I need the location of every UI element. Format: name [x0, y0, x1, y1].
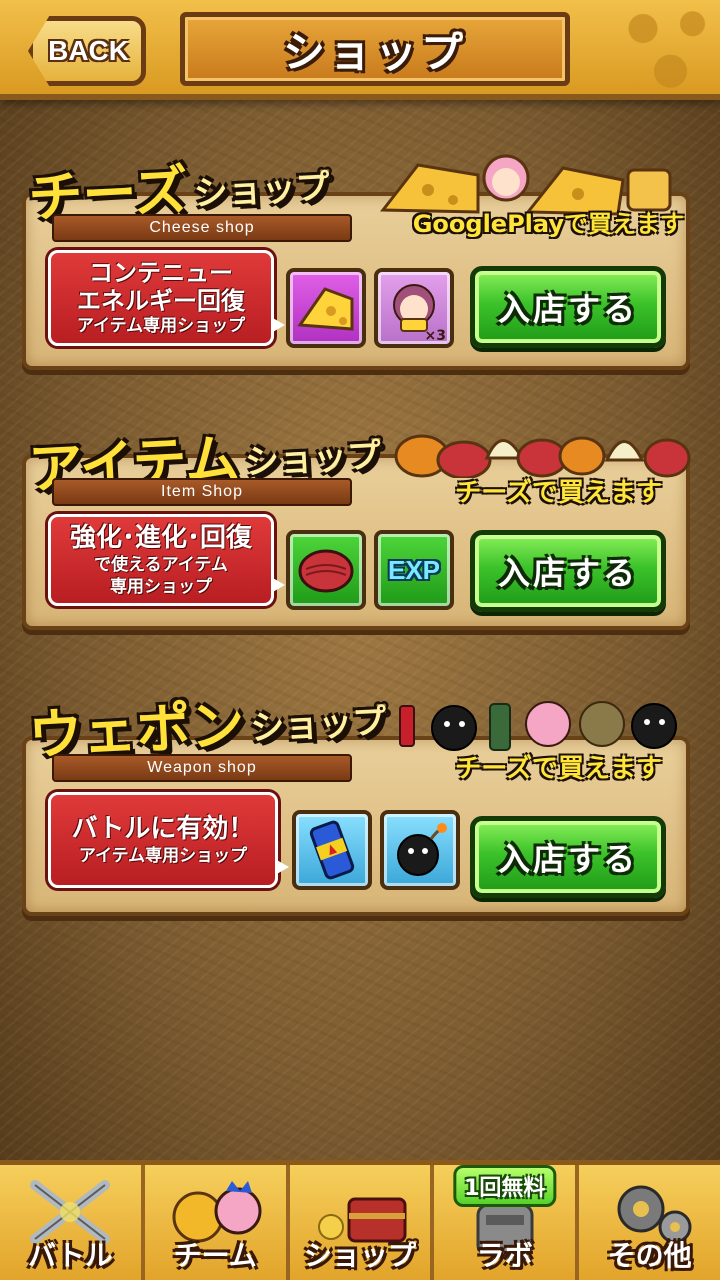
weapon-pile-decoration: [392, 684, 692, 754]
cheese-item-icon: [286, 268, 366, 348]
nav-label-shop: ショップ: [303, 1239, 416, 1272]
top-bar: BACK ショップ: [0, 0, 720, 100]
weapon-shop-ribbon: Weapon shop: [52, 754, 352, 782]
bomb-icon: [397, 823, 447, 876]
free-badge: 1回無料: [453, 1165, 557, 1207]
weapon-shop-buy-note: チーズで買えます: [455, 754, 662, 784]
cheese-shop-description: コンテニュー エネルギー回復 アイテム専用ショップ: [48, 250, 285, 346]
nav-label-lab: ラボ: [476, 1239, 533, 1272]
cheese-shop-desc-line1: コンテニュー: [89, 259, 233, 287]
item-shop-desc-line1: 強化･進化･回復: [69, 523, 252, 553]
page-title: ショップ: [180, 12, 570, 86]
item-shop-ribbon: Item Shop: [52, 478, 352, 506]
cheese-icon: [297, 287, 354, 331]
cheese-shop-ribbon: Cheese shop: [52, 214, 352, 242]
weapon-shop-description: バトルに有効！ アイテム専用ショップ: [48, 792, 289, 888]
weapon-shop-desc-line1: バトルに有効！: [71, 814, 255, 844]
bottom-nav: バトル チーム ショップ 1回無料 ラボ その他: [0, 1160, 720, 1280]
nav-item-battle[interactable]: バトル: [0, 1165, 145, 1280]
meat-bun-item-icon: [286, 530, 366, 610]
food-pile-icon: [394, 434, 691, 478]
weapon-pile-icon: [399, 701, 677, 751]
girl-with-cheese-icon: [393, 284, 435, 332]
cheese-shop-desc-line3: アイテム専用ショップ: [76, 316, 246, 336]
cheese-shop-desc-line2: エネルギー回復: [77, 287, 245, 315]
cheese-shop-title-sub: ショップ: [192, 167, 331, 215]
girl-item-icon: ×3: [374, 268, 454, 348]
back-button[interactable]: BACK: [28, 16, 146, 86]
item-shop-desc-line3: 専用ショップ: [110, 577, 212, 597]
sunflower-decoration: [610, 0, 720, 95]
cheese-shop-buy-note: GooglePlayで買えます: [412, 210, 684, 238]
exp-icon: EXP: [387, 554, 441, 585]
nav-label-other: その他: [607, 1239, 692, 1272]
nav-item-team[interactable]: チーム: [145, 1165, 290, 1280]
item-count-badge: ×3: [424, 328, 446, 344]
item-shop-description: 強化･進化･回復 で使えるアイテム 専用ショップ: [48, 514, 285, 606]
weapon-shop-desc-line2: アイテム専用ショップ: [78, 846, 248, 866]
exp-item-icon: EXP: [374, 530, 454, 610]
meat-bun-icon: [298, 549, 354, 593]
energy-drink-item-icon: [292, 810, 372, 890]
energy-drink-icon: [309, 820, 355, 880]
weapon-shop-title-sub: ショップ: [249, 701, 388, 749]
item-shop-buy-note: チーズで買えます: [455, 478, 662, 508]
cheese-shop-enter-button[interactable]: 入店する: [470, 266, 666, 348]
nav-label-team: チーム: [173, 1239, 257, 1272]
nav-label-battle: バトル: [27, 1239, 113, 1272]
nav-item-lab[interactable]: 1回無料 ラボ: [434, 1165, 580, 1280]
item-pile-decoration: [392, 418, 692, 478]
item-shop-enter-button[interactable]: 入店する: [470, 530, 666, 612]
item-shop-desc-line2: で使えるアイテム: [94, 555, 228, 575]
bomb-item-icon: [380, 810, 460, 890]
nav-item-other[interactable]: その他: [579, 1165, 720, 1280]
nav-item-shop[interactable]: ショップ: [290, 1165, 435, 1280]
weapon-shop-enter-button[interactable]: 入店する: [470, 816, 666, 898]
